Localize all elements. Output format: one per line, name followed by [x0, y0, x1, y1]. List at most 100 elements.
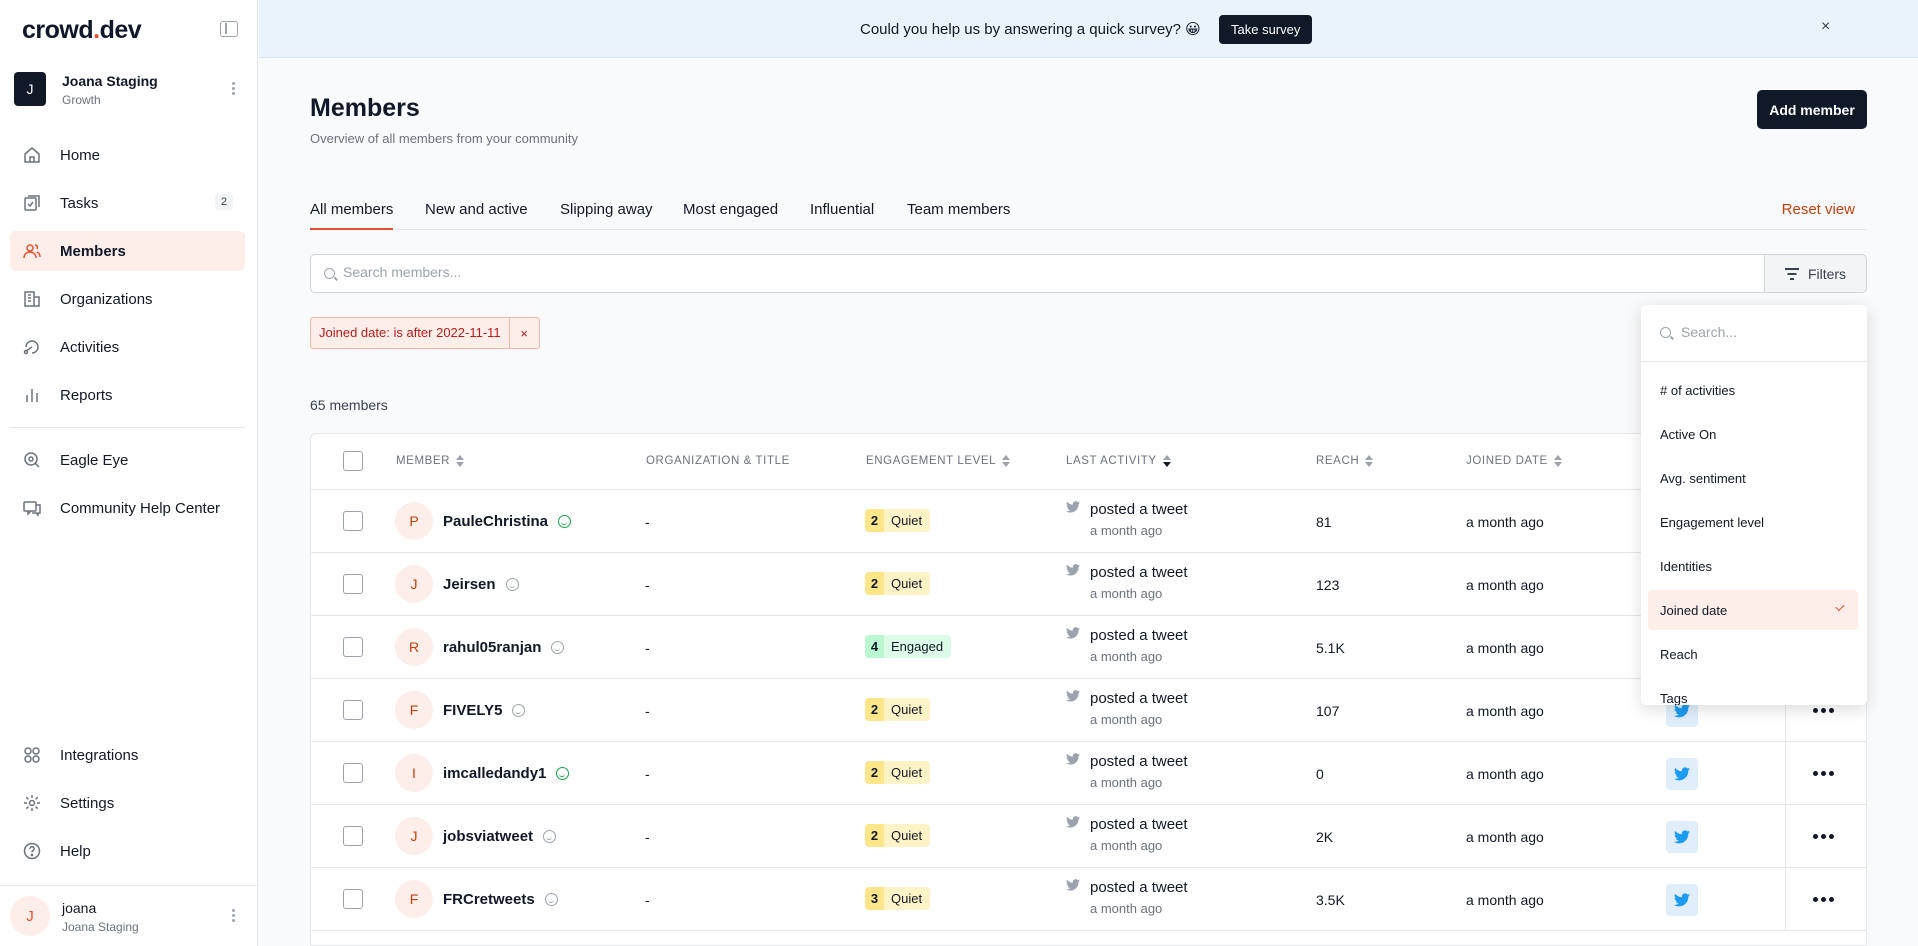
column-header-joined[interactable]: JOINED DATE — [1466, 455, 1562, 467]
twitter-icon — [1066, 878, 1080, 891]
last-activity-text: posted a tweet — [1090, 627, 1188, 644]
sidebar-item-organizations[interactable]: Organizations — [10, 279, 245, 319]
member-name[interactable]: Jeirsen — [443, 576, 519, 593]
column-header-reach[interactable]: REACH — [1316, 455, 1374, 467]
row-checkbox[interactable] — [343, 889, 363, 909]
last-activity-text: posted a tweet — [1090, 816, 1188, 833]
twitter-identity-icon[interactable] — [1666, 821, 1698, 853]
table-row[interactable]: P PauleChristina - 2 Quiet posted a tweet a mo… — [311, 490, 1866, 553]
row-actions-icon[interactable] — [1813, 897, 1837, 902]
filter-option-tags[interactable]: Tags — [1648, 678, 1858, 706]
column-header-organization: ORGANIZATION & TITLE — [646, 455, 790, 467]
user-menu-icon[interactable] — [232, 909, 236, 925]
last-activity-time: a month ago — [1090, 901, 1163, 916]
twitter-identity-icon[interactable] — [1666, 884, 1698, 916]
engagement-badge: 2 Quiet — [865, 698, 931, 721]
table-row[interactable]: Jjobsviatweet - 2 Quiet posted a tweet a mont… — [311, 805, 1866, 868]
filters-label: Filters — [1807, 265, 1847, 282]
table-row[interactable]: F FRCretweets - 3 Quiet posted a tweet a month… — [311, 868, 1866, 931]
filter-option-identities[interactable]: Identities — [1648, 546, 1858, 586]
member-view-tabs: All members New and active Slipping away… — [310, 198, 1867, 230]
select-all-checkbox[interactable] — [343, 451, 363, 471]
member-name[interactable]: jobsviatweet — [443, 828, 557, 845]
filter-option-joined-date[interactable]: Joined date — [1648, 590, 1858, 630]
member-organization: - — [645, 829, 650, 845]
sentiment-icon — [556, 767, 570, 780]
row-actions-icon[interactable] — [1813, 834, 1837, 839]
filter-option-avg-sentiment[interactable]: Avg. sentiment — [1648, 458, 1858, 498]
search-input[interactable] — [343, 264, 1743, 280]
tab-most-engaged[interactable]: Most engaged — [683, 201, 778, 230]
sidebar-item-eagle-eye[interactable]: Eagle Eye — [10, 440, 245, 480]
add-member-button[interactable]: Add member — [1757, 90, 1867, 129]
active-filter-chip[interactable]: Joined date: is after 2022-11-11 × — [310, 317, 540, 349]
table-row[interactable]: Iimcalledandy1 - 2 Quiet posted a tweet a mon… — [311, 742, 1866, 805]
sentiment-icon — [543, 830, 557, 843]
row-checkbox[interactable] — [343, 826, 363, 846]
sort-icon — [1002, 455, 1011, 467]
column-header-member[interactable]: MEMBER — [396, 455, 465, 467]
sidebar-item-reports[interactable]: Reports — [10, 375, 245, 415]
member-name[interactable]: rahul05ranjan — [443, 639, 565, 656]
twitter-identity-icon[interactable] — [1666, 758, 1698, 790]
sidebar-collapse-icon[interactable] — [220, 21, 238, 37]
row-checkbox[interactable] — [343, 637, 363, 657]
close-icon[interactable]: × — [1821, 18, 1830, 36]
workspace-switcher[interactable]: J Joana Staging Growth — [14, 72, 244, 108]
column-header-engagement[interactable]: ENGAGEMENT LEVEL — [866, 455, 1011, 467]
row-checkbox[interactable] — [343, 511, 363, 531]
eagle-eye-icon — [22, 450, 42, 470]
filter-search-input[interactable] — [1681, 324, 1851, 340]
take-survey-button[interactable]: Take survey — [1219, 15, 1313, 44]
row-checkbox[interactable] — [343, 574, 363, 594]
workspace-menu-icon[interactable] — [232, 82, 236, 98]
row-checkbox[interactable] — [343, 763, 363, 783]
sidebar-item-home[interactable]: Home — [10, 135, 245, 175]
member-name[interactable]: FRCretweets — [443, 891, 558, 908]
tab-all-members[interactable]: All members — [310, 201, 394, 230]
user-profile[interactable]: J joana Joana Staging — [0, 885, 258, 946]
column-header-last-activity[interactable]: LAST ACTIVITY — [1066, 455, 1171, 467]
twitter-icon — [1066, 752, 1080, 765]
member-avatar: J — [395, 565, 433, 603]
sidebar-item-activities[interactable]: Activities — [10, 327, 245, 367]
sidebar-item-help[interactable]: Help — [10, 831, 245, 871]
tasks-icon — [22, 193, 42, 213]
filters-button[interactable]: Filters — [1764, 254, 1867, 293]
member-joined-date: a month ago — [1466, 514, 1544, 530]
sidebar-item-settings[interactable]: Settings — [10, 783, 245, 823]
table-row[interactable]: Rrahul05ranjan - 4 Engaged posted a tweet a m… — [311, 616, 1866, 679]
remove-filter-icon[interactable]: × — [508, 318, 539, 348]
last-activity-time: a month ago — [1090, 712, 1163, 727]
member-reach: 123 — [1316, 577, 1340, 593]
table-row[interactable]: J Jeirsen - 2 Quiet posted a tweet a month ago… — [311, 553, 1866, 616]
sentiment-icon — [505, 578, 519, 591]
member-name[interactable]: FIVELY5 — [443, 702, 526, 719]
sidebar-item-community-help-center[interactable]: Community Help Center — [10, 488, 245, 528]
reset-view-link[interactable]: Reset view — [1782, 201, 1855, 218]
crowddev-logo[interactable]: crowd.dev — [22, 16, 142, 45]
sidebar-item-members[interactable]: Members — [10, 231, 245, 271]
member-avatar: I — [395, 754, 433, 792]
filter-dropdown: # of activities Active On Avg. sentiment… — [1641, 305, 1867, 705]
filter-option-activities[interactable]: # of activities — [1648, 370, 1858, 410]
table-row[interactable]: F FIVELY5 - 2 Quiet posted a tweet a month ago… — [311, 679, 1866, 742]
tab-slipping-away[interactable]: Slipping away — [560, 201, 653, 230]
filter-option-reach[interactable]: Reach — [1648, 634, 1858, 674]
row-actions-icon[interactable] — [1813, 708, 1837, 713]
twitter-icon — [1066, 815, 1080, 828]
tab-influential[interactable]: Influential — [810, 201, 874, 230]
row-checkbox[interactable] — [343, 700, 363, 720]
member-organization: - — [645, 577, 650, 593]
tab-new-and-active[interactable]: New and active — [425, 201, 528, 230]
member-name[interactable]: PauleChristina — [443, 513, 572, 530]
sidebar-item-integrations[interactable]: Integrations — [10, 735, 245, 775]
help-icon — [22, 841, 42, 861]
row-actions-icon[interactable] — [1813, 771, 1837, 776]
member-name[interactable]: imcalledandy1 — [443, 765, 570, 782]
tab-team-members[interactable]: Team members — [907, 201, 1010, 230]
filter-option-active-on[interactable]: Active On — [1648, 414, 1858, 454]
filter-option-engagement-level[interactable]: Engagement level — [1648, 502, 1858, 542]
sidebar-item-tasks[interactable]: Tasks 2 — [10, 183, 245, 223]
member-joined-date: a month ago — [1466, 703, 1544, 719]
